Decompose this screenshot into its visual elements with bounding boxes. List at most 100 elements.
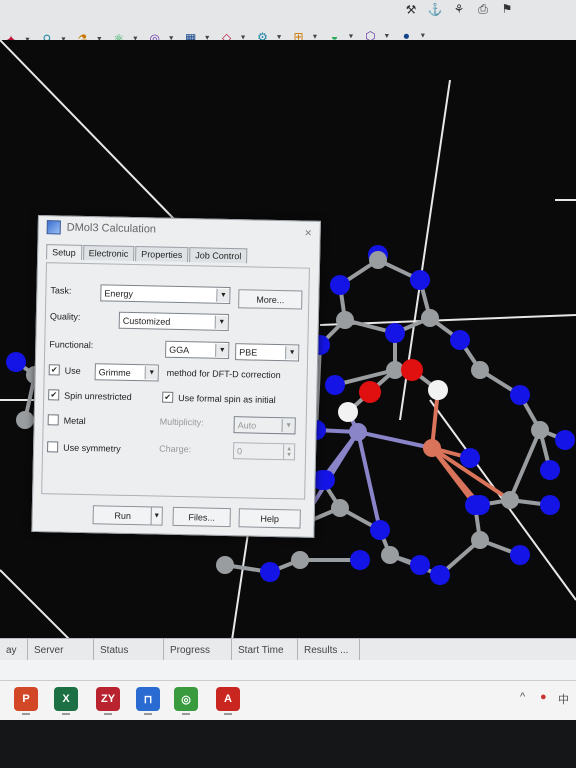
running-indicator [62, 713, 70, 715]
atom[interactable] [423, 439, 441, 457]
use-label: Use [64, 365, 81, 376]
atom[interactable] [410, 555, 430, 575]
monitor-bezel [0, 720, 576, 768]
atom[interactable] [501, 491, 519, 509]
formal-spin-checkbox[interactable]: ✔ [162, 391, 174, 403]
atom[interactable] [330, 275, 350, 295]
atom[interactable] [471, 531, 489, 549]
atom[interactable] [291, 551, 309, 569]
atom[interactable] [471, 361, 489, 379]
atom[interactable] [401, 359, 423, 381]
tray-antivirus-icon[interactable]: ● [540, 691, 547, 703]
tab-job-control[interactable]: Job Control [189, 247, 248, 264]
task-select[interactable]: Energy ▼ [100, 284, 231, 305]
atom[interactable] [338, 402, 358, 422]
dialog-titlebar[interactable]: DMol3 Calculation × [39, 216, 320, 244]
spinner-arrows-icon[interactable]: ▲ ▼ [282, 444, 295, 460]
atom[interactable] [350, 550, 370, 570]
column-header-start-time[interactable]: Start Time [232, 639, 298, 661]
atom[interactable] [410, 270, 430, 290]
symmetry-row: Use symmetry [47, 441, 121, 454]
atom[interactable] [6, 352, 26, 372]
tool-icon[interactable]: ⚓ [424, 0, 446, 20]
atom[interactable] [540, 460, 560, 480]
tab-electronic[interactable]: Electronic [82, 244, 135, 262]
atom[interactable] [260, 562, 280, 582]
powerpoint-app-icon[interactable]: P [14, 687, 38, 711]
atom[interactable] [430, 565, 450, 585]
chevron-down-icon[interactable]: ▼ [347, 33, 354, 40]
help-button[interactable]: Help [238, 508, 301, 529]
more-button[interactable]: More... [238, 289, 303, 310]
atom[interactable] [510, 385, 530, 405]
chevron-down-icon[interactable]: ▼ [383, 32, 390, 39]
functional-type-select[interactable]: GGA ▼ [165, 340, 230, 360]
close-icon[interactable]: × [305, 226, 312, 240]
atom[interactable] [460, 448, 480, 468]
zy-app-icon[interactable]: ZY [96, 687, 120, 711]
dispersion-method-select[interactable]: Grimme ▼ [94, 363, 159, 382]
tool-icon[interactable]: ⚘ [448, 0, 470, 19]
atom[interactable] [16, 411, 34, 429]
spin-unrestricted-checkbox[interactable]: ✔ [48, 389, 60, 401]
tray-chevron-icon[interactable]: ^ [520, 691, 525, 703]
atom[interactable] [381, 546, 399, 564]
atom[interactable] [540, 495, 560, 515]
chevron-down-icon[interactable]: ▼ [419, 32, 426, 39]
atom[interactable] [428, 380, 448, 400]
quality-select[interactable]: Customized ▼ [118, 311, 229, 332]
metal-checkbox[interactable] [47, 414, 59, 426]
column-header-results[interactable]: Results ... [298, 639, 360, 661]
atom[interactable] [531, 421, 549, 439]
chevron-down-icon: ▼ [281, 419, 295, 433]
quality-value: Customized [122, 315, 171, 327]
atom[interactable] [385, 323, 405, 343]
multiplicity-select[interactable]: Auto ▼ [233, 416, 296, 435]
tool-icon[interactable]: ⚒ [400, 0, 422, 20]
materials-studio-app-icon[interactable]: ⊓ [136, 687, 160, 711]
atom[interactable] [450, 330, 470, 350]
bond[interactable] [356, 430, 382, 532]
atom[interactable] [331, 499, 349, 517]
excel-app-icon[interactable]: X [54, 687, 78, 711]
functional-label: Functional: [49, 339, 94, 351]
running-indicator [182, 713, 190, 715]
monitor-screen: ⚒⚓⚘⎙⚑ ✦▼⚲▼⚗▼⚛▼◎▼▦▼◇▼⚙▼⊞▼◒▼⬡▼●▼ DMol3 Cal… [0, 0, 576, 768]
run-button[interactable]: Run [92, 505, 153, 526]
atom[interactable] [325, 375, 345, 395]
use-dispersion-checkbox[interactable]: ✔ [48, 364, 60, 376]
column-header[interactable]: ay [0, 639, 28, 661]
atom[interactable] [336, 311, 354, 329]
column-header-server[interactable]: Server [28, 639, 94, 661]
charge-label: Charge: [159, 443, 192, 455]
functional-select[interactable]: PBE ▼ [235, 343, 300, 362]
atom[interactable] [359, 381, 381, 403]
acrobat-app-icon[interactable]: A [216, 687, 240, 711]
print-icon[interactable]: ⎙ [472, 0, 494, 19]
atom[interactable] [465, 495, 485, 515]
job-table-body [0, 660, 576, 680]
photos-app-icon[interactable]: ◎ [174, 687, 198, 711]
tab-setup[interactable]: Setup [46, 244, 82, 260]
atom[interactable] [216, 556, 234, 574]
bond[interactable] [508, 428, 542, 502]
atom[interactable] [369, 251, 387, 269]
charge-spinner[interactable]: 0 ▲ ▼ [232, 442, 296, 461]
atom[interactable] [421, 309, 439, 327]
tray-ime-icon[interactable]: 中 [558, 691, 569, 707]
atom[interactable] [510, 545, 530, 565]
functional-value: PBE [239, 346, 258, 358]
column-header-progress[interactable]: Progress [164, 639, 232, 661]
files-button[interactable]: Files... [172, 506, 231, 528]
column-header-status[interactable]: Status [94, 639, 164, 661]
tab-properties[interactable]: Properties [135, 246, 189, 263]
tool-icon[interactable]: ⚑ [496, 0, 518, 19]
atom[interactable] [555, 430, 575, 450]
use-symmetry-checkbox[interactable] [47, 441, 59, 453]
run-dropdown-button[interactable]: ▼ [150, 506, 163, 526]
atom[interactable] [315, 470, 335, 490]
bond[interactable] [356, 430, 434, 450]
chevron-down-icon: ▼ [153, 512, 161, 520]
atom[interactable] [370, 520, 390, 540]
atom[interactable] [349, 423, 367, 441]
